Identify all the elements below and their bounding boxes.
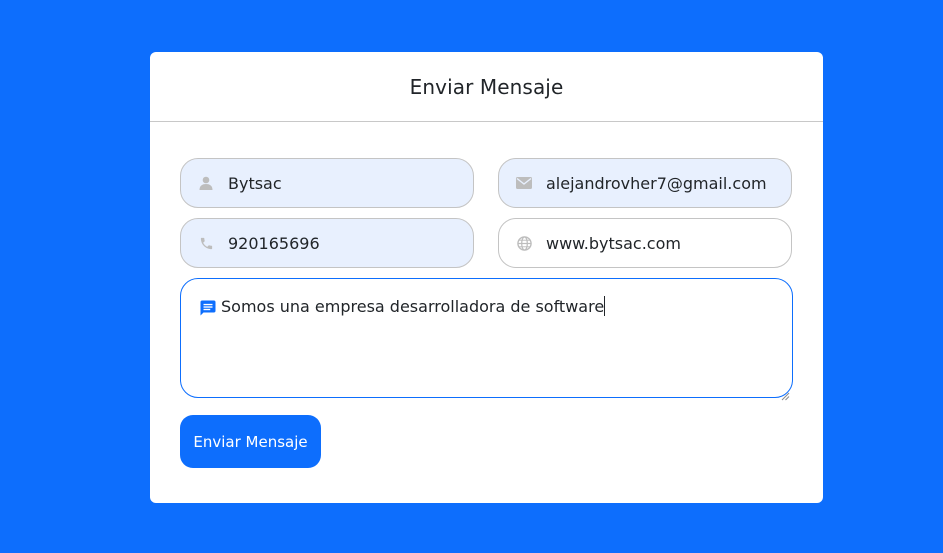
phone-input[interactable]	[228, 233, 464, 253]
name-field[interactable]	[180, 158, 474, 208]
user-icon	[198, 175, 214, 191]
card-header: Enviar Mensaje	[150, 52, 823, 122]
email-field[interactable]	[498, 158, 792, 208]
message-textarea[interactable]: Somos una empresa desarrolladora de soft…	[180, 278, 793, 401]
email-input[interactable]	[546, 173, 782, 193]
message-text: Somos una empresa desarrolladora de soft…	[221, 296, 606, 316]
resize-grip-icon[interactable]	[781, 386, 790, 401]
send-message-button[interactable]: Enviar Mensaje	[180, 415, 321, 468]
message-value: Somos una empresa desarrolladora de soft…	[221, 297, 605, 316]
form-title: Enviar Mensaje	[409, 74, 564, 99]
phone-field[interactable]	[180, 218, 474, 268]
website-input[interactable]	[546, 233, 782, 253]
message-icon	[199, 299, 217, 317]
phone-icon	[198, 235, 214, 251]
globe-icon	[516, 235, 532, 251]
name-input[interactable]	[228, 173, 464, 193]
website-field[interactable]	[498, 218, 792, 268]
contact-form-card: Enviar Mensaje Bytsac alejandrovher7@gma…	[150, 52, 823, 503]
envelope-icon	[516, 175, 532, 191]
text-caret	[604, 296, 606, 316]
